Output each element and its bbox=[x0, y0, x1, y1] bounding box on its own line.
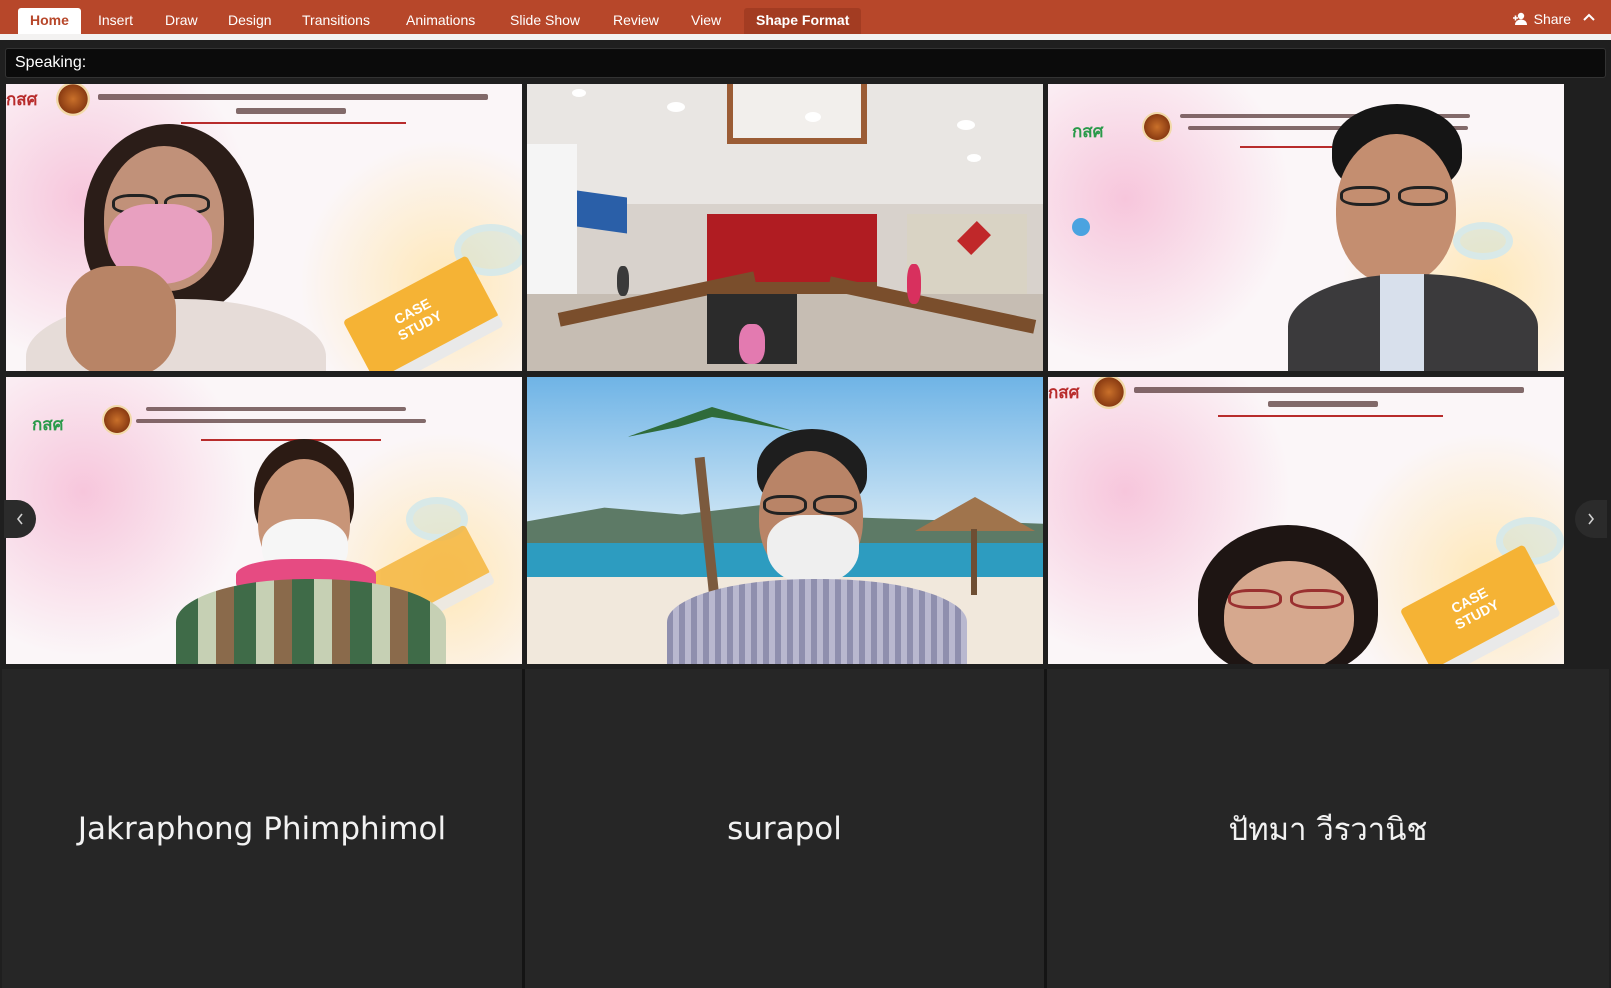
seal-logo bbox=[1142, 112, 1172, 142]
participant-name: surapol bbox=[727, 810, 842, 847]
red-back-wall bbox=[707, 214, 877, 282]
tile-divider bbox=[1044, 669, 1047, 988]
slide-underline bbox=[1218, 415, 1443, 417]
tab-insert[interactable]: Insert bbox=[86, 8, 145, 34]
video-tile-woman-red-glasses[interactable]: กสศ CASE STUDY bbox=[1048, 377, 1564, 664]
slide-underline bbox=[181, 122, 406, 124]
video-tile-woman-pink-mask[interactable]: กสศ CASE STUDY bbox=[6, 84, 522, 371]
video-tile-conference-room[interactable] bbox=[527, 84, 1043, 371]
video-tile-man-glasses[interactable]: กสศ bbox=[1048, 84, 1564, 371]
speaking-indicator: Speaking: bbox=[5, 48, 1606, 78]
slide-title-line bbox=[1268, 401, 1378, 407]
tab-design[interactable]: Design bbox=[216, 8, 284, 34]
add-person-icon bbox=[1512, 12, 1527, 25]
participant-name: Jakraphong Phimphimol bbox=[77, 810, 447, 847]
tab-slide-show[interactable]: Slide Show bbox=[498, 8, 592, 34]
slide-logo-text: กสศ bbox=[6, 90, 38, 109]
tv-screen bbox=[577, 190, 627, 234]
slide-logo-text: กสศ bbox=[1048, 383, 1080, 402]
slide-title-line bbox=[1134, 387, 1524, 393]
slide-logo-text: กสศ bbox=[1072, 122, 1104, 141]
tab-review[interactable]: Review bbox=[601, 8, 671, 34]
tab-transitions[interactable]: Transitions bbox=[290, 8, 382, 34]
collapse-ribbon-icon[interactable] bbox=[1581, 10, 1597, 26]
slide-title-line bbox=[136, 419, 426, 423]
tab-view[interactable]: View bbox=[679, 8, 733, 34]
share-button[interactable]: Share bbox=[1512, 8, 1571, 30]
chevron-left-icon bbox=[16, 513, 23, 525]
video-tile-beach-man[interactable] bbox=[527, 377, 1043, 664]
seal-logo bbox=[102, 405, 132, 435]
participant-name: ปัทมา วีรวานิช bbox=[1228, 811, 1428, 848]
flowers bbox=[739, 324, 765, 364]
tab-home[interactable]: Home bbox=[18, 8, 81, 34]
ribbon-body-strip bbox=[0, 34, 1611, 40]
video-tile-woman-white-mask[interactable]: กสศ bbox=[6, 377, 522, 664]
tab-shape-format[interactable]: Shape Format bbox=[744, 8, 862, 34]
participant-tile-surapol[interactable]: surapol bbox=[525, 669, 1044, 988]
chevron-right-icon bbox=[1588, 513, 1595, 525]
slide-logo-text: กสศ bbox=[32, 415, 64, 434]
tile-divider bbox=[522, 669, 525, 988]
attendee-right bbox=[907, 264, 921, 304]
table-front bbox=[707, 282, 877, 294]
umbrella-pole bbox=[971, 529, 977, 595]
ceiling-panel bbox=[727, 84, 867, 144]
tab-animations[interactable]: Animations bbox=[394, 8, 487, 34]
participant-tile-pattama[interactable]: ปัทมา วีรวานิช bbox=[1047, 669, 1609, 988]
attendee-left bbox=[617, 266, 629, 296]
next-page-button[interactable] bbox=[1575, 500, 1607, 538]
slide-title-line bbox=[236, 108, 346, 114]
ribbon-tab-bar: Home Insert Draw Design Transitions Anim… bbox=[0, 0, 1611, 34]
tab-draw[interactable]: Draw bbox=[153, 8, 210, 34]
slide-title-line bbox=[146, 407, 406, 411]
slide-title-line bbox=[98, 94, 488, 100]
share-label: Share bbox=[1533, 11, 1571, 27]
magnifier-illustration bbox=[1453, 222, 1513, 260]
participant-tile-jakraphong[interactable]: Jakraphong Phimphimol bbox=[2, 669, 522, 988]
